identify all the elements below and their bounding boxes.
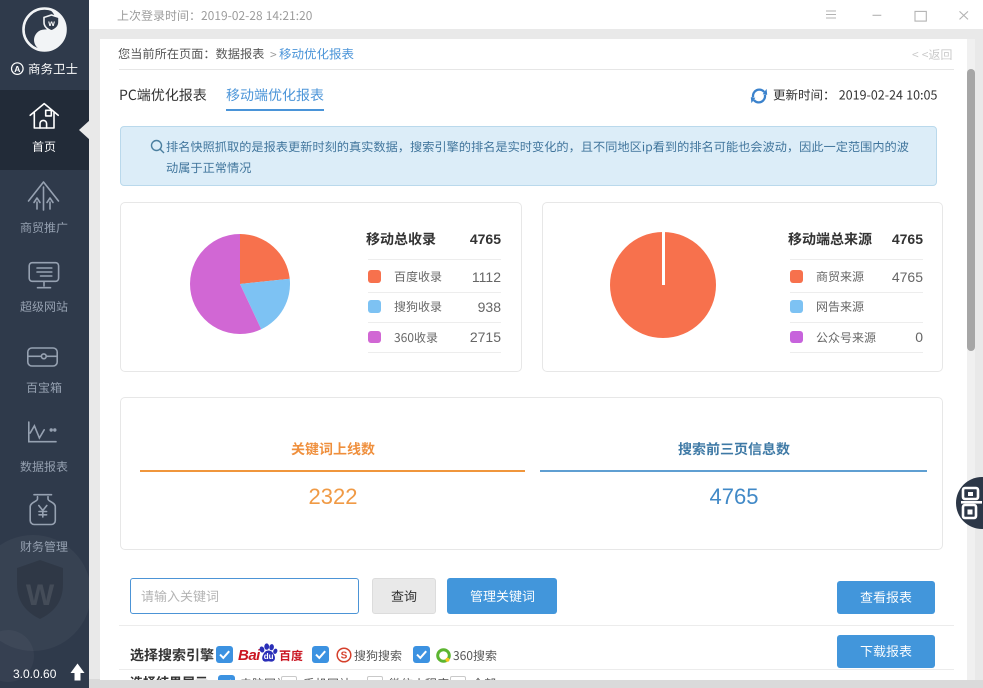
- svg-text:A: A: [14, 64, 20, 74]
- svg-text:W: W: [26, 579, 55, 612]
- svg-text:w: w: [47, 18, 55, 28]
- svg-text:du: du: [264, 652, 274, 661]
- svg-text:S: S: [341, 651, 348, 662]
